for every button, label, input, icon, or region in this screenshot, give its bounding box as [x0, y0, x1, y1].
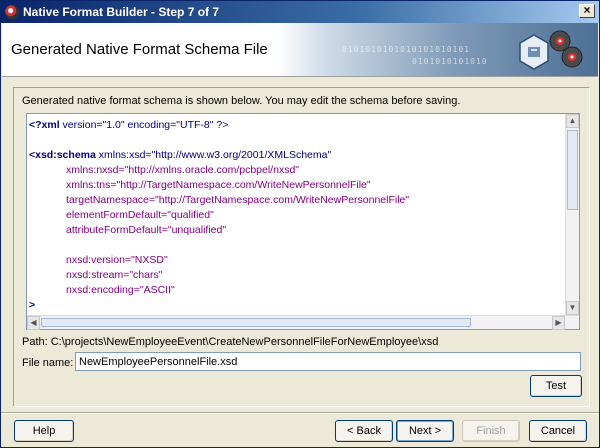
code-line[interactable]: <?xml version="1.0" encoding="UTF-8" ?>	[29, 118, 567, 133]
code-attributes: xmlns:xsd="http://www.w3.org/2001/XMLSch…	[95, 149, 332, 161]
horizontal-scrollbar[interactable]: ◀ ▶	[27, 315, 579, 330]
schema-editor[interactable]: <?xml version="1.0" encoding="UTF-8" ?> …	[26, 113, 580, 330]
file-name-input[interactable]	[75, 352, 581, 371]
code-attributes: xmlns:tns="http://TargetNamespace.com/Wr…	[66, 179, 371, 191]
test-button[interactable]: Test	[530, 375, 582, 397]
help-button[interactable]: Help	[14, 420, 74, 442]
code-line[interactable]: nxsd:stream="chars"	[29, 268, 567, 283]
code-tag: <xsd:schema	[29, 149, 96, 161]
code-attributes: elementFormDefault="qualified"	[66, 209, 214, 221]
code-line[interactable]	[29, 133, 567, 148]
wizard-logo-icon	[519, 30, 583, 70]
code-line[interactable]: nxsd:encoding="ASCII"	[29, 283, 567, 298]
path-label: Path: C:\projects\NewEmployeeEvent\Creat…	[22, 336, 439, 348]
code-line[interactable]: elementFormDefault="qualified"	[29, 208, 567, 223]
code-line[interactable]	[29, 238, 567, 253]
file-name-label: File name:	[22, 357, 74, 369]
code-attributes: xmlns:nxsd="http://xmlns.oracle.com/pcbp…	[66, 164, 300, 176]
window-title: Native Format Builder - Step 7 of 7	[23, 5, 220, 19]
back-button[interactable]: < Back	[335, 420, 393, 442]
binary-decoration-2: 0101010101010	[412, 57, 488, 66]
scroll-right-icon[interactable]: ▶	[552, 316, 565, 330]
close-button[interactable]: ×	[579, 4, 595, 18]
binary-decoration: 0101010101010101010101	[342, 45, 470, 54]
scroll-left-icon[interactable]: ◀	[27, 316, 40, 330]
title-bar[interactable]: Native Format Builder - Step 7 of 7 ×	[1, 1, 599, 23]
wizard-header: Generated Native Format Schema File 0101…	[2, 23, 598, 77]
intro-text: Generated native format schema is shown …	[22, 95, 461, 107]
code-line[interactable]: targetNamespace="http://TargetNamespace.…	[29, 193, 567, 208]
app-icon	[5, 5, 19, 19]
horizontal-scroll-thumb[interactable]	[41, 318, 471, 327]
code-attributes: nxsd:stream="chars"	[66, 269, 163, 281]
code-line[interactable]: attributeFormDefault="unqualified"	[29, 223, 567, 238]
next-button[interactable]: Next >	[396, 420, 454, 442]
code-attributes: version="1.0" encoding="UTF-8" ?>	[59, 119, 229, 131]
code-line[interactable]: nxsd:version="NXSD"	[29, 253, 567, 268]
code-line[interactable]: xmlns:tns="http://TargetNamespace.com/Wr…	[29, 178, 567, 193]
code-tag: <?xml	[29, 119, 60, 131]
scroll-up-icon[interactable]: ▲	[566, 114, 579, 128]
button-divider	[1, 412, 599, 414]
page-title: Generated Native Format Schema File	[11, 41, 268, 58]
code-line[interactable]: xmlns:nxsd="http://xmlns.oracle.com/pcbp…	[29, 163, 567, 178]
code-line[interactable]: >	[29, 298, 567, 313]
code-attributes: nxsd:encoding="ASCII"	[66, 284, 175, 296]
finish-button: Finish	[462, 420, 520, 442]
schema-code[interactable]: <?xml version="1.0" encoding="UTF-8" ?> …	[29, 118, 567, 313]
code-attributes: attributeFormDefault="unqualified"	[66, 224, 227, 236]
scroll-down-icon[interactable]: ▼	[566, 301, 579, 315]
code-line[interactable]: <xsd:schema xmlns:xsd="http://www.w3.org…	[29, 148, 567, 163]
vertical-scrollbar[interactable]: ▲ ▼	[565, 114, 579, 315]
code-attributes: nxsd:version="NXSD"	[66, 254, 168, 266]
vertical-scroll-thumb[interactable]	[567, 130, 578, 210]
cancel-button[interactable]: Cancel	[529, 420, 587, 442]
wizard-window: Native Format Builder - Step 7 of 7 × Ge…	[0, 0, 600, 448]
code-tag: >	[29, 299, 36, 311]
code-attributes: targetNamespace="http://TargetNamespace.…	[66, 194, 410, 206]
